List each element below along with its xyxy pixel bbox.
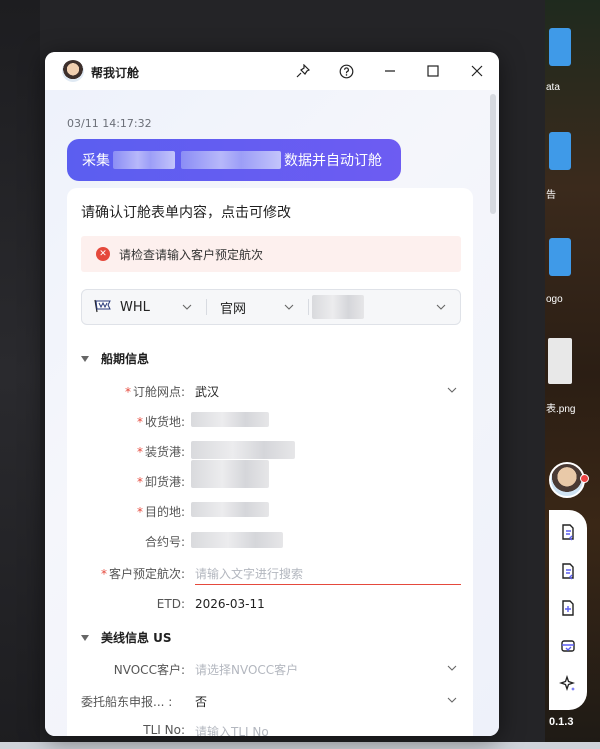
app-version: 0.1.3 — [549, 716, 574, 728]
channel-select[interactable]: 官网 — [220, 290, 246, 324]
validation-alert: ✕ 请检查请输入客户预定航次 — [81, 236, 461, 272]
chat-content: 03/11 14:17:32 采集 数据并自动订舱 请确认订舱表单内容，点击可修… — [45, 90, 499, 736]
error-icon: ✕ — [96, 247, 110, 261]
message-timestamp: 03/11 14:17:32 — [67, 117, 152, 130]
field-tli[interactable]: TLI No: 请输入TLI No — [81, 716, 461, 736]
booking-office-value: 武汉 — [195, 385, 220, 399]
maximize-icon[interactable] — [423, 61, 443, 81]
field-etd[interactable]: ETD: 2026-03-11 — [81, 590, 461, 618]
taskbar-strip — [0, 742, 600, 749]
field-label: * 订舱网点: — [124, 385, 185, 399]
desktop-icon-label: 表.png — [546, 404, 576, 415]
field-label: * 收货地: — [136, 415, 185, 429]
field-label: TLI No: — [143, 723, 185, 736]
pin-icon[interactable] — [293, 61, 313, 81]
section-us[interactable]: 美线信息 US — [81, 629, 172, 646]
assistant-avatar-icon — [62, 60, 84, 82]
redacted-value — [191, 502, 269, 517]
field-label: 委托船东申报... : — [81, 695, 173, 709]
carrier-selector-bar: WHL 官网 — [81, 289, 461, 325]
etd-value: 2026-03-11 — [195, 597, 265, 611]
redacted-value — [191, 532, 283, 548]
owner-declare-value: 否 — [195, 695, 208, 709]
minimize-icon[interactable] — [380, 61, 400, 81]
image-file-icon[interactable] — [548, 338, 572, 384]
desktop-icon-label: ata — [546, 82, 560, 93]
document-import-icon[interactable] — [558, 522, 578, 542]
carrier-flag-icon — [94, 299, 111, 313]
field-owner-declare[interactable]: 委托船东申报... : 否 — [81, 686, 461, 714]
chevron-down-icon[interactable] — [447, 385, 457, 395]
carrier-select[interactable]: WHL — [120, 290, 150, 324]
message-prefix: 采集 — [82, 153, 110, 169]
section-schedule[interactable]: 船期信息 — [81, 350, 149, 367]
title-bar[interactable]: 帮我订舱 — [45, 52, 499, 90]
field-receipt[interactable]: * 收货地: — [81, 406, 461, 434]
field-destination[interactable]: * 目的地: — [81, 496, 461, 524]
chevron-down-icon[interactable] — [284, 302, 294, 312]
field-label: * 客户预定航次: — [100, 567, 185, 581]
error-underline — [195, 584, 461, 585]
desktop-icon-label: ogo — [546, 294, 563, 305]
user-message-bubble: 采集 数据并自动订舱 — [67, 139, 401, 181]
document-add-icon[interactable] — [558, 598, 578, 618]
collapse-icon — [81, 355, 89, 362]
nvocc-select[interactable]: 请选择NVOCC客户 — [195, 661, 298, 678]
field-label: 合约号: — [144, 535, 185, 549]
booking-form-card: 请确认订舱表单内容，点击可修改 ✕ 请检查请输入客户预定航次 WHL 官网 船期… — [67, 188, 473, 736]
desktop-icon-label: 告 — [546, 190, 556, 201]
close-icon[interactable] — [467, 61, 487, 81]
field-label: * 目的地: — [136, 505, 185, 519]
form-heading: 请确认订舱表单内容，点击可修改 — [81, 205, 291, 221]
divider — [206, 299, 207, 315]
booking-assistant-window: 帮我订舱 03/11 14:17:32 采集 数据并自动订舱 请确认订舱表单内容… — [45, 52, 499, 736]
section-title: 船期信息 — [101, 352, 150, 366]
field-booking-office[interactable]: * 订舱网点: 武汉 — [81, 376, 461, 404]
folder-icon[interactable] — [549, 238, 571, 276]
redacted-value — [191, 412, 269, 427]
notification-dot — [580, 474, 589, 483]
field-discharge-port[interactable]: * 卸货港: — [81, 460, 461, 494]
chevron-down-icon[interactable] — [182, 302, 192, 312]
field-nvocc[interactable]: NVOCC客户: 请选择NVOCC客户 — [81, 654, 461, 682]
folder-icon[interactable] — [549, 132, 571, 170]
field-label: * 装货港: — [136, 445, 185, 459]
alert-message: 请检查请输入客户预定航次 — [119, 248, 264, 262]
collapse-icon — [81, 634, 89, 641]
field-customer-voyage[interactable]: * 客户预定航次: 请输入文字进行搜索 — [81, 558, 461, 586]
desktop-left-edge — [0, 0, 40, 749]
tli-input[interactable]: 请输入TLI No — [195, 723, 269, 736]
section-title: 美线信息 US — [101, 631, 172, 645]
chevron-down-icon[interactable] — [436, 302, 446, 312]
help-icon[interactable] — [336, 61, 356, 81]
field-label: NVOCC客户: — [113, 663, 185, 677]
chevron-down-icon[interactable] — [447, 663, 457, 673]
field-label: * 卸货港: — [136, 475, 185, 489]
field-contract[interactable]: 合约号: — [81, 526, 461, 554]
redacted-text — [181, 151, 281, 169]
window-title: 帮我订舱 — [91, 66, 140, 80]
chevron-down-icon[interactable] — [447, 695, 457, 705]
redacted-text — [113, 151, 175, 169]
voyage-search-input[interactable]: 请输入文字进行搜索 — [195, 565, 303, 582]
redacted-value — [191, 441, 295, 459]
redacted-value — [191, 460, 269, 488]
folder-icon[interactable] — [549, 28, 571, 66]
divider — [308, 299, 309, 315]
document-import-icon[interactable] — [558, 561, 578, 581]
sparkle-icon[interactable] — [558, 674, 578, 694]
redacted-account[interactable] — [312, 295, 364, 319]
field-loading-port[interactable]: * 装货港: — [81, 436, 461, 464]
field-label: ETD: — [156, 597, 185, 611]
scrollbar[interactable] — [490, 94, 496, 214]
message-suffix: 数据并自动订舱 — [284, 153, 382, 169]
tray-check-icon[interactable] — [558, 636, 578, 656]
